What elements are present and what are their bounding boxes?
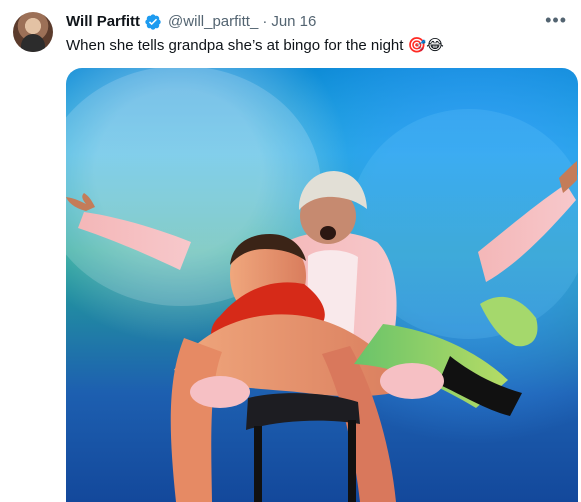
grandma-knee (190, 376, 250, 408)
tweet-header: Will Parfitt @will_parfitt_ · Jun 16 (66, 12, 316, 32)
tweet-date[interactable]: Jun 16 (271, 12, 316, 32)
meta-separator: · (262, 13, 268, 30)
grandma-mouth (320, 226, 336, 240)
display-name[interactable]: Will Parfitt (66, 12, 140, 32)
grandma-knee (380, 363, 444, 399)
verified-badge-icon (144, 13, 162, 31)
profile-avatar[interactable] (13, 12, 53, 52)
performer-left-arm (170, 338, 222, 502)
stool-leg (254, 426, 262, 502)
stool-seat (246, 393, 360, 430)
tweet-text: When she tells grandpa she’s at bingo fo… (66, 37, 444, 54)
tweet-card: Will Parfitt @will_parfitt_ · Jun 16 •••… (0, 0, 581, 502)
more-options-icon[interactable]: ••• (545, 11, 567, 29)
stool-leg (348, 420, 356, 502)
user-handle[interactable]: @will_parfitt_ (168, 12, 258, 32)
tweet-media[interactable] (66, 68, 578, 502)
